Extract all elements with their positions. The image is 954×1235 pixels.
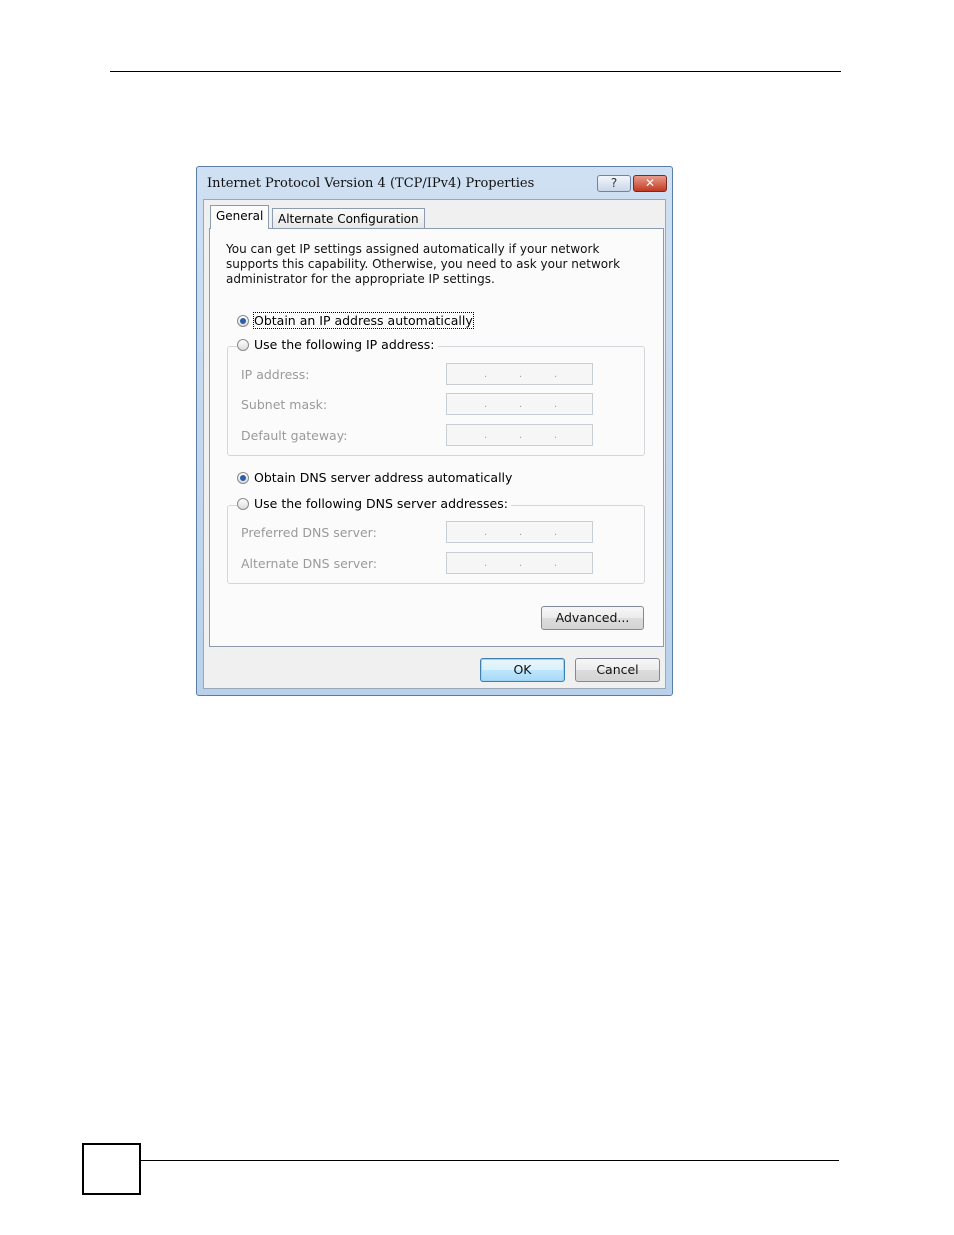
ip-auto-option[interactable]: Obtain an IP address automatically — [237, 312, 476, 329]
dns-manual-radio[interactable] — [237, 498, 249, 510]
preferred-dns-input[interactable]: ... — [446, 521, 593, 543]
octet-separator: . — [554, 527, 558, 538]
dns-auto-option[interactable]: Obtain DNS server address automatically — [237, 470, 516, 486]
tab-general[interactable]: General — [210, 205, 270, 229]
advanced-button[interactable]: Advanced... — [541, 606, 644, 630]
octet-separator: . — [554, 430, 558, 441]
close-icon: ✕ — [644, 176, 656, 190]
ip-manual-label: Use the following IP address: — [254, 337, 435, 352]
cancel-button[interactable]: Cancel — [575, 658, 660, 682]
ip-address-input[interactable]: ... — [446, 363, 593, 385]
octet-separator: . — [554, 558, 558, 569]
octet-separator: . — [519, 430, 523, 441]
octet-separator: . — [519, 399, 523, 410]
title-bar: Internet Protocol Version 4 (TCP/IPv4) P… — [197, 167, 672, 199]
octet-separator: . — [484, 430, 488, 441]
header-rule — [110, 71, 841, 72]
octet-separator: . — [554, 399, 558, 410]
dialog-title: Internet Protocol Version 4 (TCP/IPv4) P… — [207, 176, 535, 191]
dns-auto-label: Obtain DNS server address automatically — [254, 470, 513, 485]
octet-separator: . — [484, 399, 488, 410]
alternate-dns-label: Alternate DNS server: — [241, 556, 378, 571]
help-button[interactable]: ? — [597, 175, 631, 192]
octet-separator: . — [484, 558, 488, 569]
default-gateway-input[interactable]: ... — [446, 424, 593, 446]
alternate-dns-input[interactable]: ... — [446, 552, 593, 574]
octet-separator: . — [484, 527, 488, 538]
subnet-mask-label: Subnet mask: — [241, 397, 328, 412]
general-tab-panel: You can get IP settings assigned automat… — [209, 228, 664, 647]
ip-address-label: IP address: — [241, 367, 310, 382]
ok-button[interactable]: OK — [480, 658, 565, 682]
dns-auto-radio[interactable] — [237, 472, 249, 484]
ip-auto-label: Obtain an IP address automatically — [253, 312, 474, 329]
tab-alternate-configuration[interactable]: Alternate Configuration — [272, 208, 425, 230]
ip-manual-radio[interactable] — [237, 339, 249, 351]
page-number-box — [82, 1143, 141, 1195]
preferred-dns-label: Preferred DNS server: — [241, 525, 377, 540]
dns-manual-option[interactable]: Use the following DNS server addresses: — [237, 496, 511, 512]
intro-text: You can get IP settings assigned automat… — [226, 242, 621, 286]
subnet-mask-input[interactable]: ... — [446, 393, 593, 415]
ip-manual-option[interactable]: Use the following IP address: — [237, 337, 438, 353]
octet-separator: . — [519, 558, 523, 569]
dialog-client-area: General Alternate Configuration You can … — [203, 199, 666, 689]
dns-manual-label: Use the following DNS server addresses: — [254, 496, 508, 511]
close-button[interactable]: ✕ — [633, 175, 667, 192]
help-icon: ? — [610, 176, 618, 190]
octet-separator: . — [519, 369, 523, 380]
default-gateway-label: Default gateway: — [241, 428, 348, 443]
footer-rule — [140, 1160, 839, 1161]
tcpip-properties-dialog: Internet Protocol Version 4 (TCP/IPv4) P… — [196, 166, 673, 696]
ip-auto-radio[interactable] — [237, 315, 249, 327]
octet-separator: . — [519, 527, 523, 538]
octet-separator: . — [554, 369, 558, 380]
octet-separator: . — [484, 369, 488, 380]
